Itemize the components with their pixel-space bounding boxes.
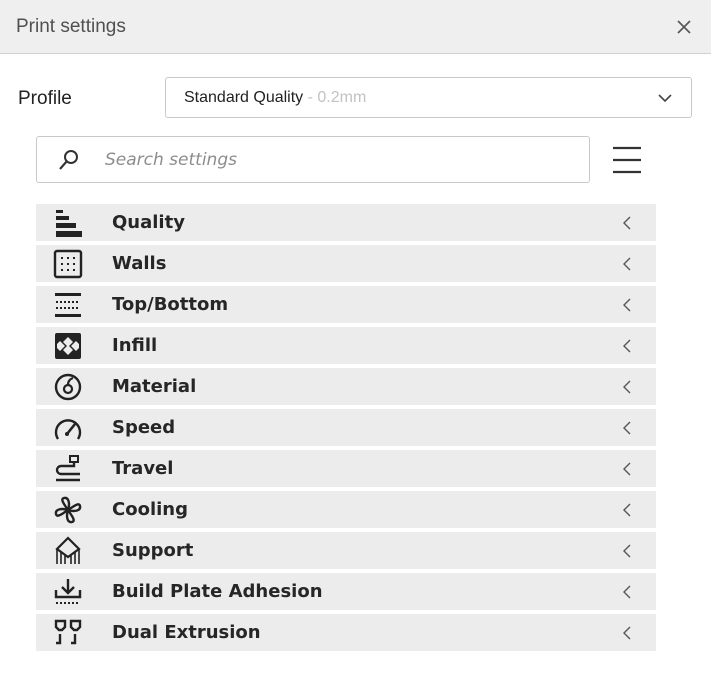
profile-layer-height: - 0.2mm <box>303 89 367 106</box>
infill-icon <box>55 333 81 359</box>
chevron-left-icon <box>623 380 631 394</box>
title-bar: Print settings <box>0 0 711 54</box>
category-label: Build Plate Adhesion <box>112 581 323 602</box>
category-infill[interactable]: Infill <box>36 327 656 364</box>
category-quality[interactable]: Quality <box>36 204 656 241</box>
chevron-left-icon <box>623 544 631 558</box>
chevron-down-icon <box>658 94 672 103</box>
category-speed[interactable]: Speed <box>36 409 656 446</box>
window-title: Print settings <box>16 16 126 37</box>
travel-icon <box>55 455 80 482</box>
profile-dropdown[interactable]: Standard Quality - 0.2mm <box>165 77 692 118</box>
category-label: Dual Extrusion <box>112 622 261 643</box>
category-travel[interactable]: Travel <box>36 450 656 487</box>
chevron-left-icon <box>623 216 631 230</box>
close-icon <box>677 20 691 34</box>
search-icon <box>59 150 78 170</box>
category-top-bottom[interactable]: Top/Bottom <box>36 286 656 323</box>
chevron-left-icon <box>623 585 631 599</box>
material-icon <box>54 373 82 401</box>
top-bottom-icon <box>55 293 81 317</box>
settings-categories: Quality Walls Top/Bottom Infill Material… <box>36 204 656 655</box>
category-label: Material <box>112 376 197 397</box>
cooling-icon <box>54 496 82 524</box>
search-box[interactable] <box>36 136 590 183</box>
category-label: Support <box>112 540 194 561</box>
category-label: Speed <box>112 417 176 438</box>
dual-extrusion-icon <box>54 619 82 645</box>
chevron-left-icon <box>623 339 631 353</box>
chevron-left-icon <box>623 503 631 517</box>
support-icon <box>55 536 81 564</box>
category-label: Walls <box>112 253 167 274</box>
chevron-left-icon <box>623 257 631 271</box>
walls-icon <box>53 249 83 279</box>
category-build-plate-adhesion[interactable]: Build Plate Adhesion <box>36 573 656 610</box>
category-material[interactable]: Material <box>36 368 656 405</box>
profile-label: Profile <box>18 88 72 109</box>
close-button[interactable] <box>671 14 697 40</box>
category-walls[interactable]: Walls <box>36 245 656 282</box>
category-cooling[interactable]: Cooling <box>36 491 656 528</box>
profile-value: Standard Quality - 0.2mm <box>184 89 367 106</box>
settings-menu-button[interactable] <box>612 145 642 175</box>
category-label: Top/Bottom <box>112 294 229 315</box>
category-label: Quality <box>112 212 185 233</box>
category-label: Infill <box>112 335 158 356</box>
category-label: Travel <box>112 458 174 479</box>
category-dual-extrusion[interactable]: Dual Extrusion <box>36 614 656 651</box>
search-input[interactable] <box>103 143 567 177</box>
quality-icon <box>56 210 82 237</box>
chevron-left-icon <box>623 298 631 312</box>
speed-icon <box>54 419 82 440</box>
category-support[interactable]: Support <box>36 532 656 569</box>
chevron-left-icon <box>623 462 631 476</box>
chevron-left-icon <box>623 421 631 435</box>
hamburger-menu-icon <box>613 146 641 174</box>
category-label: Cooling <box>112 499 188 520</box>
chevron-left-icon <box>623 626 631 640</box>
build-plate-adhesion-icon <box>54 579 82 604</box>
